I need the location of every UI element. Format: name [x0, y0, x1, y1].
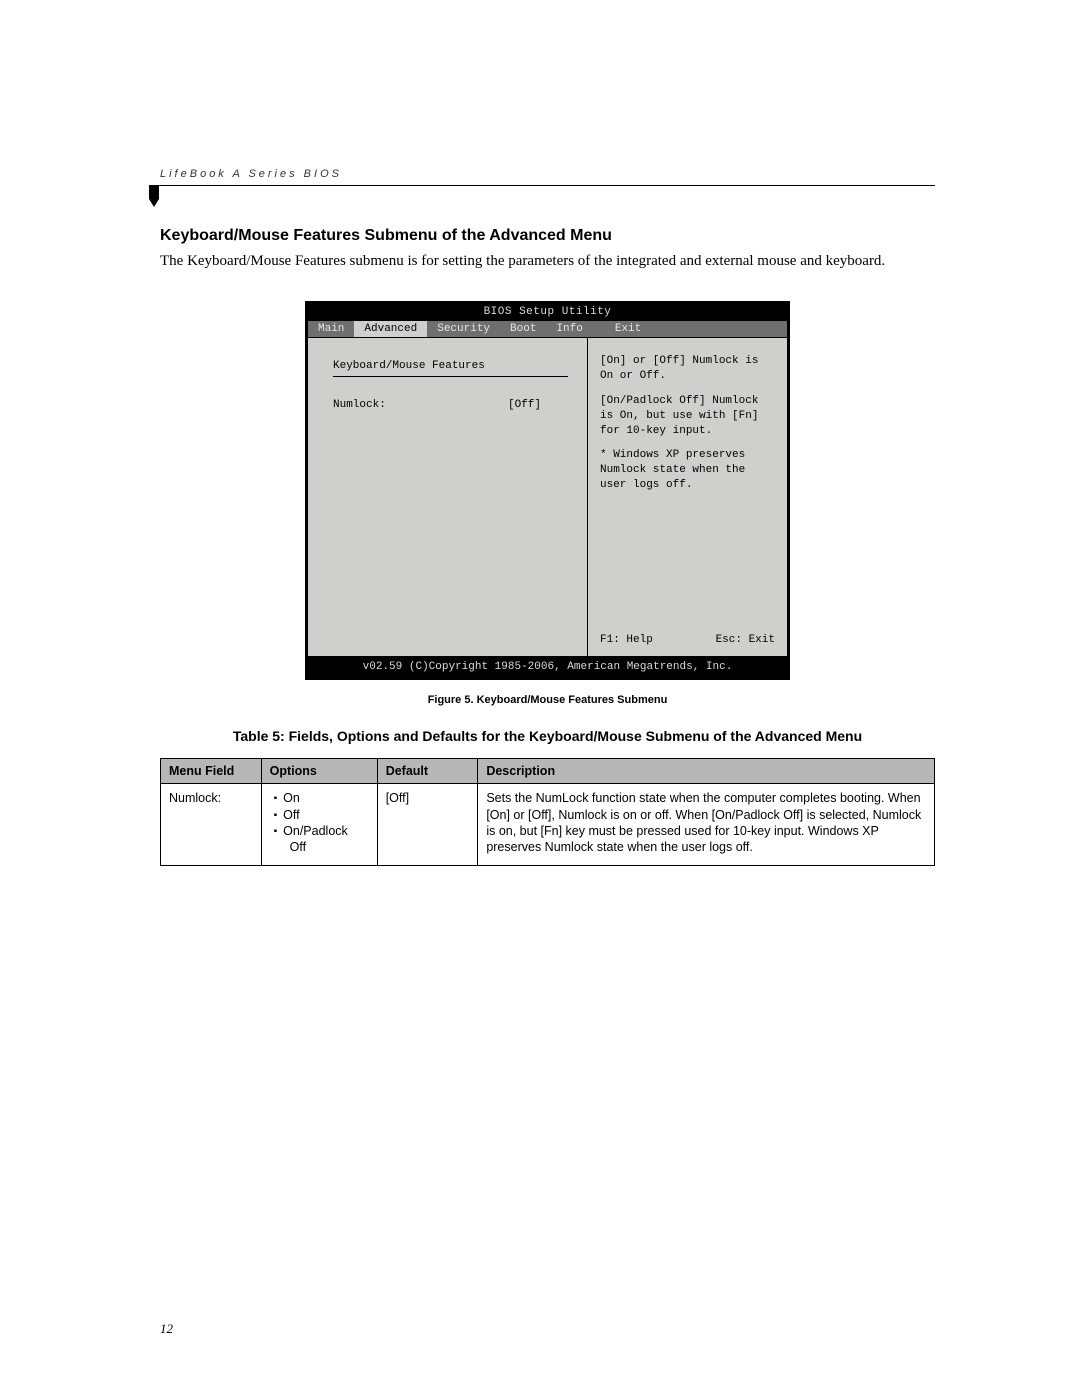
bios-submenu-rule [333, 376, 568, 377]
th-options: Options [261, 759, 377, 784]
options-table: Menu Field Options Default Description N… [160, 758, 935, 866]
bios-field-label: Numlock: [333, 399, 508, 411]
bios-help-p1: [On] or [Off] Numlock is On or Off. [600, 354, 775, 384]
bios-window: BIOS Setup Utility Main Advanced Securit… [305, 301, 790, 680]
page: LifeBook A Series BIOS Keyboard/Mouse Fe… [0, 0, 1080, 1397]
bios-footer: v02.59 (C)Copyright 1985-2006, American … [308, 656, 787, 677]
bios-tab-info[interactable]: Info [546, 321, 592, 337]
running-header: LifeBook A Series BIOS [160, 168, 342, 180]
td-options: On Off On/Padlock Off [261, 784, 377, 866]
header-rule [155, 185, 935, 186]
bios-tab-security[interactable]: Security [427, 321, 500, 337]
page-number: 12 [160, 1321, 173, 1337]
th-default: Default [377, 759, 478, 784]
bios-key-exit: Esc: Exit [716, 634, 775, 646]
table-header-row: Menu Field Options Default Description [161, 759, 935, 784]
bios-submenu-title: Keyboard/Mouse Features [333, 360, 569, 372]
td-menu-field: Numlock: [161, 784, 262, 866]
bios-help-p2: [On/Padlock Off] Numlock is On, but use … [600, 394, 775, 439]
th-description: Description [478, 759, 935, 784]
header-marker-icon [149, 185, 163, 207]
option-off: Off [274, 807, 369, 823]
bios-help-p3: * Windows XP preserves Numlock state whe… [600, 448, 775, 493]
td-default: [Off] [377, 784, 478, 866]
content-area: Keyboard/Mouse Features Submenu of the A… [160, 227, 935, 866]
table-title: Table 5: Fields, Options and Defaults fo… [160, 728, 935, 744]
figure-caption: Figure 5. Keyboard/Mouse Features Submen… [160, 694, 935, 706]
option-on-padlock-cont: Off [274, 839, 369, 855]
bios-help-pane: [On] or [Off] Numlock is On or Off. [On/… [587, 338, 787, 656]
table-row: Numlock: On Off On/Padlock Off [Off] Set… [161, 784, 935, 866]
bios-key-help: F1: Help [600, 634, 653, 646]
bios-figure: BIOS Setup Utility Main Advanced Securit… [305, 301, 790, 680]
bios-tab-main[interactable]: Main [308, 321, 354, 337]
bios-tab-exit[interactable]: Exit [605, 321, 651, 337]
bios-field-row[interactable]: Numlock: [Off] [333, 399, 569, 411]
section-title: Keyboard/Mouse Features Submenu of the A… [160, 227, 935, 245]
bios-body: Keyboard/Mouse Features Numlock: [Off] [… [308, 337, 787, 656]
bios-help-text: [On] or [Off] Numlock is On or Off. [On/… [600, 354, 775, 503]
bios-tab-boot[interactable]: Boot [500, 321, 546, 337]
td-description: Sets the NumLock function state when the… [478, 784, 935, 866]
th-menu-field: Menu Field [161, 759, 262, 784]
bios-tab-advanced[interactable]: Advanced [354, 321, 427, 337]
bios-field-value: [Off] [508, 399, 541, 411]
options-list: On Off On/Padlock Off [270, 790, 369, 855]
bios-key-hints: F1: Help Esc: Exit [600, 628, 775, 646]
section-body: The Keyboard/Mouse Features submenu is f… [160, 251, 935, 271]
bios-menubar: Main Advanced Security Boot Info Exit [308, 321, 787, 337]
option-on: On [274, 790, 369, 806]
bios-title: BIOS Setup Utility [308, 304, 787, 321]
option-on-padlock: On/Padlock [274, 823, 369, 839]
bios-left-pane: Keyboard/Mouse Features Numlock: [Off] [308, 338, 587, 656]
